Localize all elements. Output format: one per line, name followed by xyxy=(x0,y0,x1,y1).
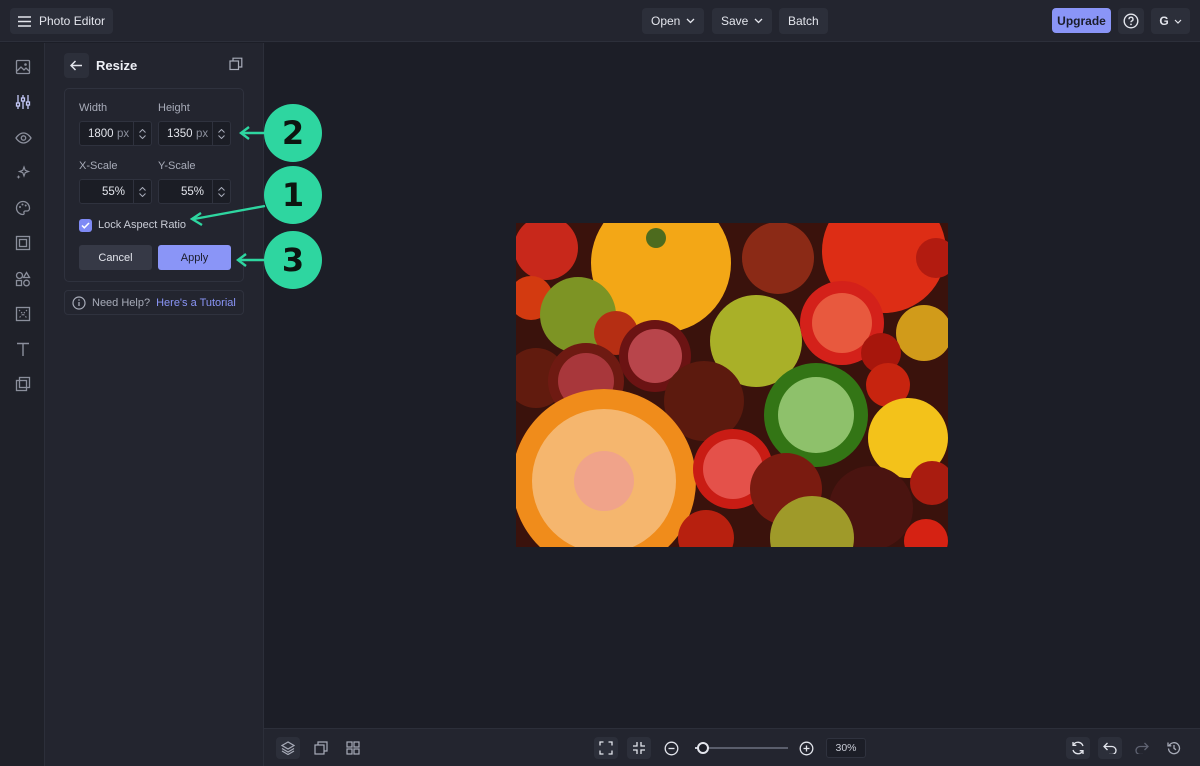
compare-icon[interactable] xyxy=(309,737,333,759)
layers-icon[interactable] xyxy=(276,737,300,759)
zoom-level[interactable]: 30% xyxy=(826,738,866,758)
zoom-out-icon[interactable] xyxy=(659,737,683,759)
actual-size-icon[interactable] xyxy=(627,737,651,759)
history-icon[interactable] xyxy=(1162,737,1186,759)
undo-icon[interactable] xyxy=(1098,737,1122,759)
annotation-arrows xyxy=(189,126,266,267)
grid-icon[interactable] xyxy=(341,737,365,759)
callout-3: 3 xyxy=(264,231,322,289)
bottom-toolbar: 30% xyxy=(264,728,1200,766)
refresh-icon[interactable] xyxy=(1066,737,1090,759)
redo-icon[interactable] xyxy=(1130,737,1154,759)
callout-2: 2 xyxy=(264,104,322,162)
zoom-in-icon[interactable] xyxy=(794,737,818,759)
fit-screen-icon[interactable] xyxy=(594,737,618,759)
callout-1: 1 xyxy=(264,166,322,224)
zoom-slider-handle[interactable] xyxy=(697,742,709,754)
